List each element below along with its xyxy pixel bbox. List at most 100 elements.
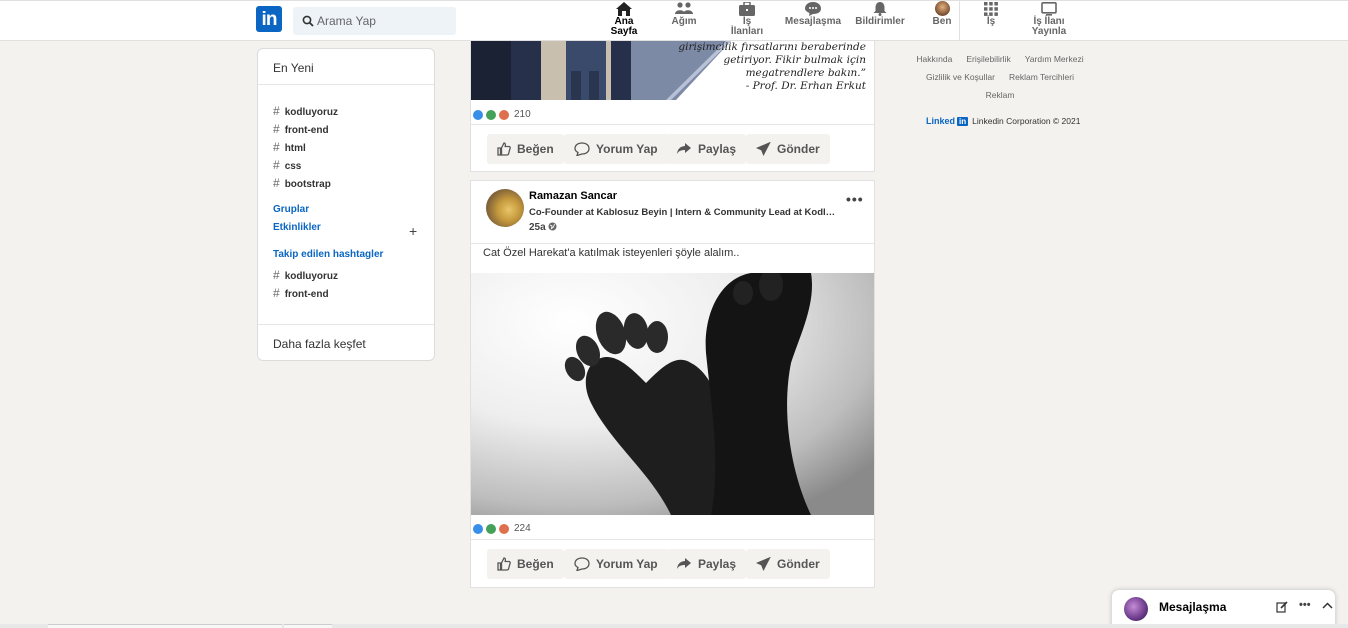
share-icon	[677, 143, 691, 154]
add-event-icon[interactable]: +	[409, 223, 417, 239]
post-image[interactable]: girişimcilik fırsatlarını beraberinde ge…	[471, 41, 874, 100]
hashtag-icon: #	[273, 140, 280, 154]
share-icon	[677, 558, 691, 569]
search-input[interactable]	[317, 11, 447, 31]
divider	[471, 124, 874, 125]
like-reaction-icon	[473, 109, 483, 120]
linkedin-logo[interactable]: in	[256, 6, 282, 32]
send-button[interactable]: Gönder	[746, 134, 830, 164]
network-icon	[675, 1, 693, 16]
messaging-overlay[interactable]: Mesajlaşma •••	[1111, 589, 1336, 628]
like-label: Beğen	[517, 142, 554, 156]
send-button[interactable]: Gönder	[746, 549, 830, 579]
nav-me-label: Ben	[932, 16, 952, 27]
messaging-icon	[804, 1, 822, 16]
taskbar-segment	[48, 624, 282, 628]
reaction-count: 224	[514, 523, 531, 534]
send-icon	[756, 142, 771, 156]
taskbar-segment	[284, 624, 332, 628]
hashtag-icon: #	[273, 122, 280, 136]
nav-messaging[interactable]: Mesajlaşma	[784, 1, 842, 41]
hashtag-icon: #	[273, 286, 280, 300]
groups-link[interactable]: Gruplar	[273, 204, 309, 215]
author-name[interactable]: Ramazan Sancar	[529, 190, 617, 202]
recent-tag-item[interactable]: # kodluyoruz	[273, 104, 338, 118]
footer-link[interactable]: Reklam Tercihleri	[1009, 72, 1074, 82]
post-quote: girişimcilik fırsatlarını beraberinde ge…	[678, 41, 866, 93]
compose-icon[interactable]	[1276, 601, 1288, 616]
nav-messaging-label: Mesajlaşma	[784, 16, 842, 27]
feed-post: Ramazan Sancar Co-Founder at Kablosuz Be…	[470, 180, 875, 588]
send-label: Gönder	[777, 557, 820, 571]
comment-icon	[574, 142, 590, 156]
send-label: Gönder	[777, 142, 820, 156]
nav-jobs-label: İş İlanları	[730, 16, 764, 37]
post-time-label: 25a	[529, 222, 546, 233]
recent-heading: En Yeni	[273, 61, 314, 75]
footer-link[interactable]: Erişilebilirlik	[966, 54, 1010, 64]
nav-me[interactable]: Ben	[930, 1, 954, 41]
send-icon	[756, 557, 771, 571]
divider	[471, 243, 874, 244]
reaction-count: 210	[514, 109, 531, 120]
hashtag-icon: #	[273, 176, 280, 190]
discover-more-button[interactable]: Daha fazla keşfet	[273, 337, 366, 351]
nav-post-job[interactable]: İş İlanı Yayınla	[1028, 1, 1070, 41]
recent-tag-label: front-end	[284, 125, 329, 136]
events-link[interactable]: Etkinlikler	[273, 222, 321, 233]
author-avatar[interactable]	[486, 189, 524, 227]
like-button[interactable]: Beğen	[487, 549, 564, 579]
post-job-icon	[1040, 1, 1058, 16]
followed-hashtags-link[interactable]: Takip edilen hashtagler	[273, 249, 383, 260]
nav-home[interactable]: Ana Sayfa	[610, 1, 638, 41]
avatar	[933, 1, 951, 16]
avatar	[1124, 597, 1148, 621]
nav-jobs[interactable]: İş İlanları	[728, 1, 766, 41]
search-box[interactable]	[293, 7, 456, 35]
love-reaction-icon	[499, 523, 509, 534]
briefcase-icon	[738, 1, 756, 16]
nav-divider	[959, 1, 960, 41]
love-reaction-icon	[499, 109, 509, 120]
share-button[interactable]: Paylaş	[666, 549, 747, 579]
comment-icon	[574, 557, 590, 571]
followed-tag-item[interactable]: # kodluyoruz	[273, 268, 338, 282]
post-image[interactable]	[471, 273, 874, 515]
comment-button[interactable]: Yorum Yap	[564, 549, 668, 579]
comment-label: Yorum Yap	[596, 557, 658, 571]
divider	[258, 324, 434, 325]
recent-tag-label: kodluyoruz	[284, 107, 339, 118]
more-options-icon[interactable]: •••	[1299, 599, 1311, 611]
nav-network[interactable]: Ağım	[668, 1, 700, 41]
footer-link[interactable]: Hakkında	[916, 54, 952, 64]
recent-tag-item[interactable]: # css	[273, 158, 301, 172]
recent-tag-item[interactable]: # front-end	[273, 122, 329, 136]
reactions-summary[interactable]: 224	[473, 523, 531, 534]
share-button[interactable]: Paylaş	[666, 134, 747, 164]
followed-tag-item[interactable]: # front-end	[273, 286, 329, 300]
nav-work-label: İş	[986, 16, 996, 27]
nav-notifications[interactable]: Bildirimler	[854, 1, 906, 41]
footer-link[interactable]: Reklam	[986, 90, 1015, 100]
footer-link[interactable]: Gizlilik ve Koşullar	[926, 72, 995, 82]
bottom-strip	[0, 624, 1348, 628]
bell-icon	[871, 1, 889, 16]
chevron-up-icon[interactable]	[1322, 601, 1333, 614]
footer-link[interactable]: Yardım Merkezi	[1025, 54, 1084, 64]
post-text: Cat Özel Harekat'a katılmak isteyenleri …	[483, 247, 740, 259]
post-options-button[interactable]: •••	[846, 191, 864, 207]
nav-work[interactable]: İş	[980, 1, 1002, 41]
recent-tag-item[interactable]: # bootstrap	[273, 176, 331, 190]
messaging-title: Mesajlaşma	[1159, 600, 1227, 614]
author-headline: Co-Founder at Kablosuz Beyin | Intern & …	[529, 207, 839, 218]
left-sidebar-card: En Yeni # kodluyoruz # front-end # html # cs…	[257, 48, 435, 361]
comment-label: Yorum Yap	[596, 142, 658, 156]
share-label: Paylaş	[698, 557, 737, 571]
hashtag-icon: #	[273, 158, 280, 172]
like-button[interactable]: Beğen	[487, 134, 564, 164]
reactions-summary[interactable]: 210	[473, 109, 531, 120]
followed-tag-label: kodluyoruz	[284, 271, 339, 282]
recent-tag-item[interactable]: # html	[273, 140, 306, 154]
nav-network-label: Ağım	[671, 16, 697, 27]
comment-button[interactable]: Yorum Yap	[564, 134, 668, 164]
